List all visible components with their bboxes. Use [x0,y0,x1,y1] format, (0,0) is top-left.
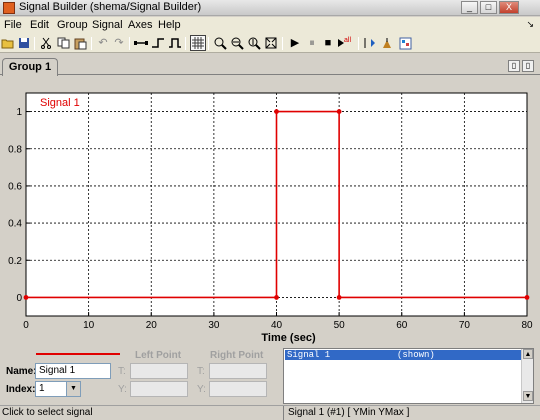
y-tick-label: 0 [16,293,22,304]
signal-list[interactable]: Signal 1 (shown) ▲ ▼ [283,348,534,404]
grid-icon[interactable] [190,35,206,51]
status-bar: Click to select signal Signal 1 (#1) [ Y… [0,405,540,420]
matlab-app-icon [3,2,15,14]
menu-edit[interactable]: Edit [30,19,49,31]
signal-list-state: (shown) [397,350,435,360]
signal-plot[interactable]: 0 10 20 30 40 50 60 70 80 0 0.2 0.4 0.6 0.8 1 Time (sec… [0,76,540,346]
x-tick-label: 70 [459,320,471,331]
step-up-icon[interactable] [150,35,166,51]
undo-icon[interactable]: ↶ [95,35,111,51]
chevron-down-icon[interactable]: ▼ [66,382,80,396]
status-message: Click to select signal [2,407,93,418]
tab-scroll-left-icon[interactable]: ▯ [508,60,520,72]
menu-signal[interactable]: Signal [92,19,123,31]
menu-axes[interactable]: Axes [128,19,152,31]
export-icon[interactable] [362,35,378,51]
save-icon[interactable] [16,35,32,51]
right-y-label: Y: [197,384,206,395]
zoom-x-icon[interactable] [229,35,245,51]
tab-group-1[interactable]: Group 1 [2,58,58,76]
status-signal-info: Signal 1 (#1) [ YMin YMax ] [288,407,410,418]
line-segment-icon[interactable] [133,35,149,51]
x-tick-label: 50 [334,320,346,331]
title-bar: Signal Builder (shema/Signal Builder) _ … [0,0,540,16]
scroll-down-icon[interactable]: ▼ [523,391,533,401]
cut-icon[interactable] [38,35,54,51]
x-tick-label: 30 [208,320,220,331]
right-point-y-field[interactable] [209,381,267,397]
dock-arrow-icon[interactable]: ↘ [526,19,534,30]
toolbar: ↶ ↷ ▶ ⏸ ■ all [0,34,540,53]
fit-icon[interactable] [263,35,279,51]
list-item[interactable]: Signal 1 (shown) [285,350,521,360]
left-y-label: Y: [118,384,127,395]
stop-icon[interactable]: ■ [320,35,336,51]
tab-strip: Group 1 [0,54,540,76]
left-t-label: T: [118,366,126,377]
signal-point [274,295,279,300]
x-tick-label: 20 [146,320,158,331]
help-icon[interactable] [379,35,395,51]
signal-point [524,295,530,300]
play-icon[interactable]: ▶ [287,35,303,51]
x-tick-label: 10 [83,320,95,331]
right-point-label: Right Point [210,350,264,361]
menu-help[interactable]: Help [158,19,181,31]
x-axis-label: Time (sec) [261,332,316,344]
zoom-xy-icon[interactable] [212,35,228,51]
right-point-t-field[interactable] [209,363,267,379]
x-tick-label: 0 [23,320,29,331]
copy-icon[interactable] [55,35,71,51]
step-pulse-icon[interactable] [167,35,183,51]
signal-point [336,295,342,300]
y-tick-label: 0.8 [8,144,22,155]
x-tick-label: 60 [396,320,408,331]
pause-icon[interactable]: ⏸ [304,35,320,51]
y-tick-label: 0.6 [8,181,22,192]
y-tick-label: 0.4 [8,219,22,230]
close-button[interactable]: X [499,1,519,14]
left-point-t-field[interactable] [130,363,188,379]
tab-scroll-right-icon[interactable]: ▯ [522,60,534,72]
minimize-button[interactable]: _ [461,1,478,14]
run-all-icon[interactable]: all [337,35,355,51]
name-label: Name: [6,366,37,377]
paste-icon[interactable] [72,35,88,51]
index-label: Index: [6,384,36,395]
index-dropdown[interactable]: 1 ▼ [35,381,81,397]
x-tick-label: 80 [521,320,533,331]
window-title: Signal Builder (shema/Signal Builder) [19,1,202,13]
y-tick-label: 1 [16,107,22,118]
left-point-y-field[interactable] [130,381,188,397]
signal-name-field[interactable]: Signal 1 [35,363,111,379]
menu-bar: File Edit Group Signal Axes Help ↘ [0,17,540,34]
redo-icon[interactable]: ↷ [111,35,127,51]
signal-list-name: Signal 1 [287,350,331,360]
x-tick-label: 40 [271,320,283,331]
signal-point [336,109,342,114]
run-all-label: all [344,37,351,44]
right-t-label: T: [197,366,205,377]
left-point-label: Left Point [135,350,182,361]
index-value: 1 [39,383,45,394]
menu-file[interactable]: File [4,19,22,31]
y-tick-label: 0.2 [8,256,22,267]
tile-icon[interactable] [397,35,413,51]
maximize-button[interactable]: □ [480,1,497,14]
signal-point [23,295,29,300]
menu-group[interactable]: Group [57,19,88,31]
zoom-y-icon[interactable] [246,35,262,51]
open-icon[interactable] [0,35,16,51]
scroll-up-icon[interactable]: ▲ [523,349,533,359]
signal-point [274,109,279,114]
signal-line-sample[interactable] [36,353,120,355]
signal-name-label: Signal 1 [40,97,80,109]
signal-list-scrollbar[interactable]: ▲ ▼ [521,349,533,403]
